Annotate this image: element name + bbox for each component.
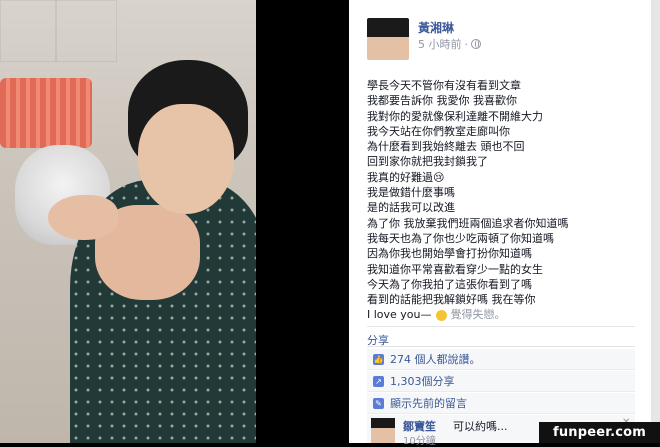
- post-line: 今天為了你我拍了這張你看到了嗎: [367, 277, 532, 291]
- feeling-line: I love you— 覺得失戀。: [367, 307, 637, 322]
- smiley-icon: [435, 309, 447, 321]
- globe-icon[interactable]: [471, 39, 481, 49]
- post-line: 為什麼看到我始終離去 頭也不回: [367, 140, 525, 154]
- scrollbar[interactable]: [651, 0, 660, 443]
- dot-separator: ·: [464, 37, 469, 51]
- post-line: 看到的話能把我解鎖好嗎 我在等你: [367, 293, 536, 307]
- post-line: 為了你 我放棄我們班兩個追求者你知道嗎: [367, 216, 569, 230]
- thumbs-up-icon: 👍: [373, 353, 384, 365]
- post-body: 學長今天不管你有沒有看到文章 我都要告訴你 我愛你 我喜歡你 我對你的愛就像保利…: [367, 78, 637, 323]
- previous-comments-row[interactable]: ✎ 顯示先前的留言: [367, 393, 635, 414]
- commenter-avatar[interactable]: [371, 418, 395, 443]
- post-line: 回到家你就把我封鎖我了: [367, 155, 488, 169]
- shares-count[interactable]: 1,303個分享: [390, 373, 455, 389]
- wall-tile: [55, 0, 117, 62]
- divider: [367, 326, 635, 327]
- post-time[interactable]: 5 小時前: [418, 36, 462, 52]
- share-icon: ↗: [373, 375, 384, 387]
- post-line: 我每天也為了你也少吃兩頓了你知道嗎: [367, 231, 554, 245]
- post-line: 我是做錯什麼事嗎: [367, 186, 455, 200]
- shares-row[interactable]: ↗ 1,303個分享: [367, 371, 635, 392]
- comment-text: 可以約嗎...: [453, 420, 508, 433]
- post-photo[interactable]: [0, 0, 256, 443]
- likes-count[interactable]: 274 個人都說讚。: [390, 351, 481, 367]
- person-hand: [48, 195, 118, 240]
- post-line: 我知道你平常喜歡看穿少一點的女生: [367, 262, 543, 276]
- post-line: 我對你的愛就像保利達離不開維大力: [367, 109, 543, 123]
- author-name[interactable]: 黃湘琳: [418, 19, 454, 36]
- post-panel: 黃湘琳 5 小時前 · ▾ 學長今天不管你有沒有看到文章 我都要告訴你 我愛你 …: [349, 0, 651, 447]
- author-avatar[interactable]: [367, 18, 409, 60]
- comment-icon: ✎: [373, 397, 384, 409]
- post-line: 學長今天不管你有沒有看到文章: [367, 79, 521, 92]
- post-header: 黃湘琳 5 小時前 · ▾: [367, 18, 637, 66]
- wall-tile: [0, 0, 57, 62]
- comment-time[interactable]: 10分鐘: [403, 432, 436, 447]
- feeling-text: 覺得失戀。: [450, 308, 506, 322]
- love-text: I love you—: [367, 308, 432, 322]
- laundry-basket: [0, 78, 92, 148]
- post-line: 我真的好難過😢: [367, 170, 445, 184]
- likes-row[interactable]: 👍 274 個人都說讚。: [367, 349, 635, 370]
- person-face: [138, 104, 234, 214]
- divider: [367, 346, 635, 347]
- previous-comments-link[interactable]: 顯示先前的留言: [390, 395, 467, 411]
- post-line: 我今天站在你們教室走廊叫你: [367, 124, 510, 138]
- post-line: 因為你我也開始學會打扮你知道嗎: [367, 247, 532, 261]
- post-line: 是的話我可以改進: [367, 201, 455, 215]
- post-line: 我都要告訴你 我愛你 我喜歡你: [367, 94, 517, 108]
- watermark: funpeer.com: [539, 422, 660, 443]
- post-meta: 5 小時前 ·: [418, 36, 481, 52]
